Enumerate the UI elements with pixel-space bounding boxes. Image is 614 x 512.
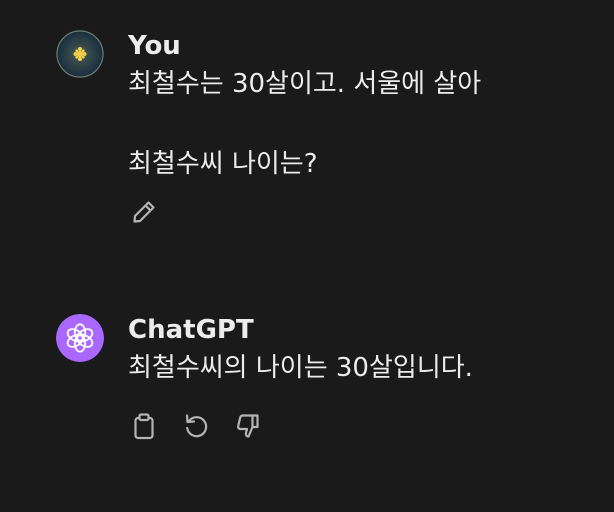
- user-avatar-image: [56, 30, 104, 78]
- assistant-actions: [128, 410, 598, 442]
- edit-button[interactable]: [128, 196, 160, 228]
- regenerate-button[interactable]: [180, 410, 212, 442]
- copy-button[interactable]: [128, 410, 160, 442]
- thumbs-down-icon: [237, 414, 259, 438]
- user-message-content: You 최철수는 30살이고. 서울에 살아 최철수씨 나이는?: [128, 30, 598, 228]
- thumbs-down-button[interactable]: [232, 410, 264, 442]
- user-avatar: [56, 30, 104, 78]
- user-message-line: 최철수는 30살이고. 서울에 살아: [128, 69, 482, 99]
- assistant-message-line: 최철수씨의 나이는 30살입니다.: [128, 353, 473, 383]
- openai-logo-icon: [56, 314, 104, 362]
- chatgpt-avatar: [56, 314, 104, 362]
- regenerate-icon: [185, 414, 208, 438]
- user-message-line: [128, 104, 598, 144]
- user-message: You 최철수는 30살이고. 서울에 살아 최철수씨 나이는?: [56, 30, 596, 275]
- pencil-icon: [133, 201, 155, 223]
- user-actions: [128, 196, 598, 228]
- assistant-author-name: ChatGPT: [128, 315, 254, 345]
- assistant-message-content: ChatGPT 최철수씨의 나이는 30살입니다.: [128, 314, 598, 442]
- user-author-name: You: [128, 31, 181, 61]
- user-message-line: 최철수씨 나이는?: [128, 149, 318, 179]
- clipboard-icon: [134, 413, 154, 440]
- assistant-message: ChatGPT 최철수씨의 나이는 30살입니다.: [56, 314, 596, 474]
